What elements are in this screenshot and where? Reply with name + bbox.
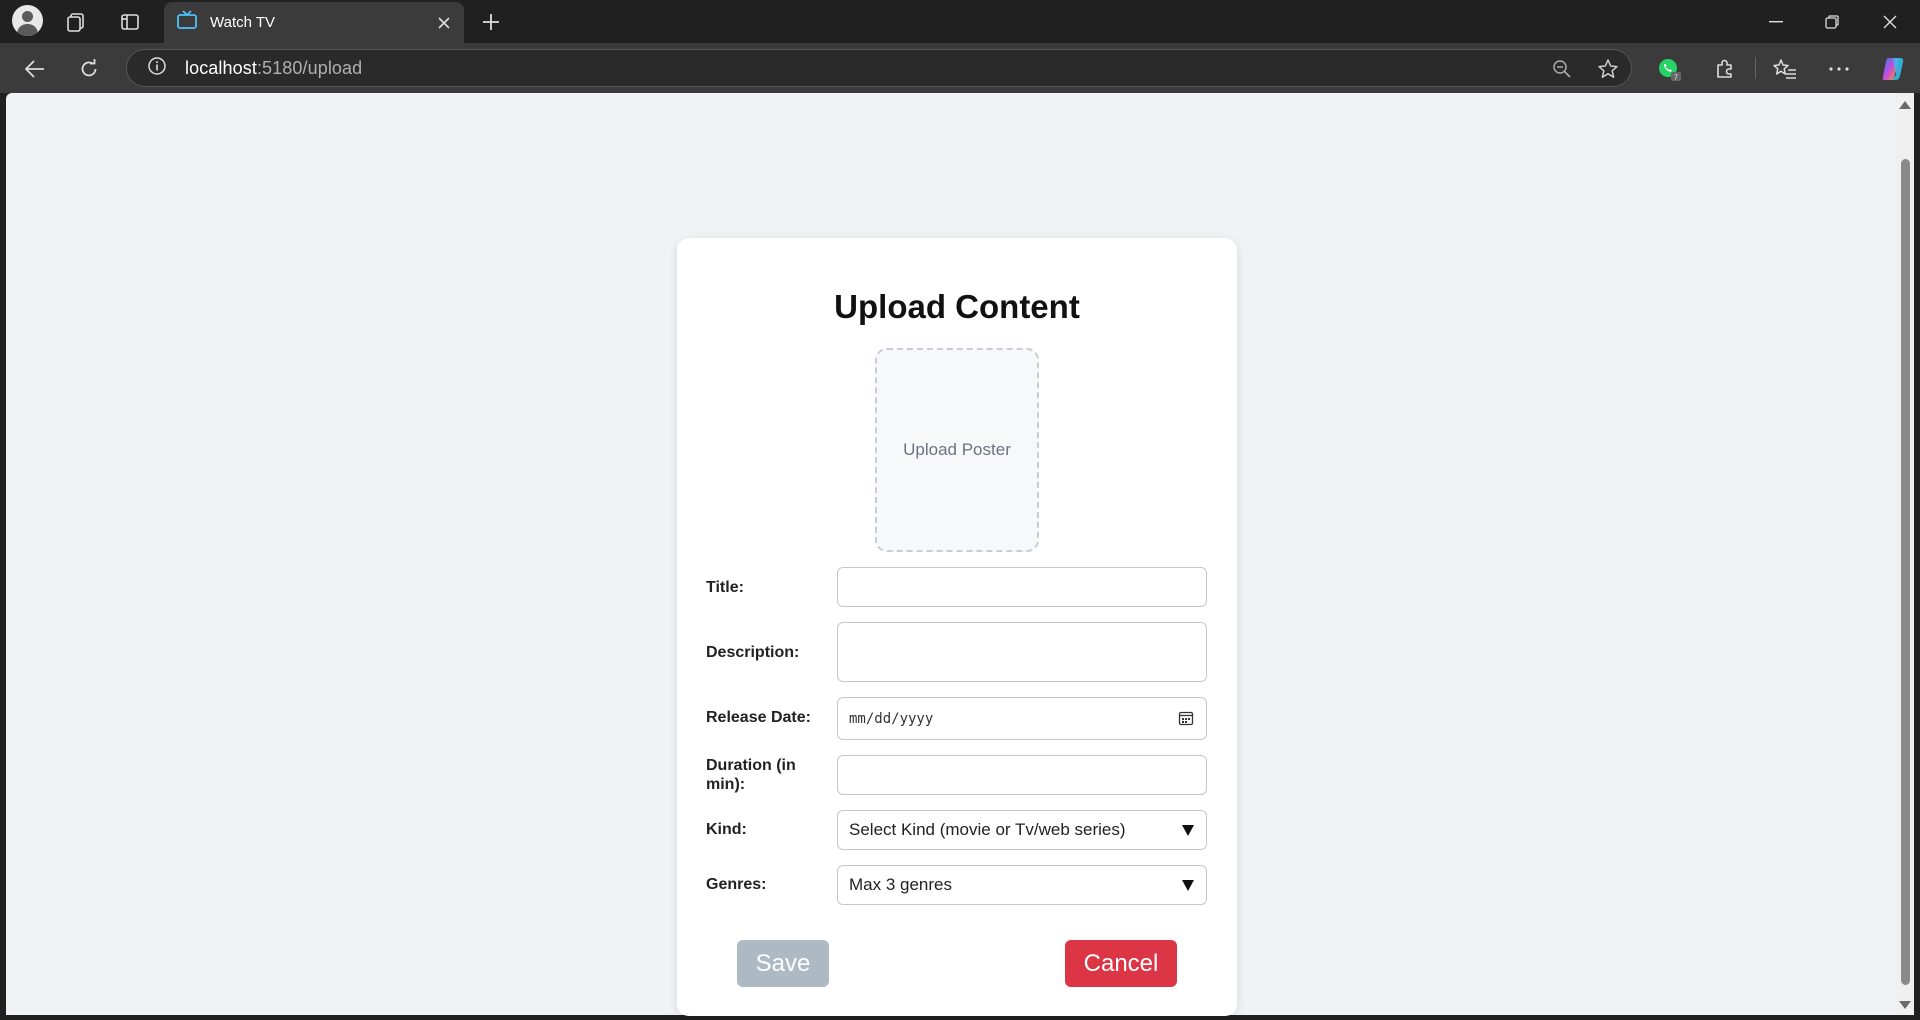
- back-icon[interactable]: [18, 52, 52, 86]
- title-label: Title:: [706, 579, 744, 596]
- page-title: Upload Content: [834, 288, 1080, 325]
- release-date-input[interactable]: mm/dd/yyyy: [837, 697, 1207, 740]
- page-viewport: Upload Content Upload Poster Title: Desc…: [6, 93, 1896, 1016]
- tab-watch-tv[interactable]: Watch TV: [164, 2, 464, 43]
- scroll-thumb[interactable]: [1901, 159, 1910, 985]
- upload-form-card: Upload Content Upload Poster Title: Desc…: [677, 238, 1237, 1016]
- tab-title: Watch TV: [210, 14, 276, 31]
- profile-avatar-icon[interactable]: [12, 5, 43, 36]
- duration-label: Duration (in min):: [706, 757, 796, 793]
- zoom-out-icon[interactable]: [1547, 54, 1577, 84]
- duration-input[interactable]: [837, 755, 1207, 795]
- kind-label: Kind:: [706, 821, 747, 838]
- dropdown-arrow-icon: [1182, 880, 1194, 891]
- close-tab-icon[interactable]: [430, 9, 458, 37]
- url-host: localhost: [185, 57, 257, 78]
- site-info-icon[interactable]: [147, 56, 167, 81]
- description-label: Description:: [706, 644, 800, 661]
- cancel-button[interactable]: Cancel: [1065, 940, 1177, 987]
- favorites-list-icon[interactable]: [1768, 52, 1802, 86]
- kind-selected-value: Select Kind (movie or Tv/web series): [849, 820, 1126, 839]
- url-text[interactable]: localhost:5180/upload: [185, 58, 362, 79]
- scroll-down-arrow-icon[interactable]: [1899, 1001, 1911, 1009]
- genres-label: Genres:: [706, 876, 767, 893]
- release-date-placeholder: mm/dd/yyyy: [849, 710, 934, 727]
- title-input[interactable]: [837, 567, 1207, 607]
- toolbar-divider: [1755, 57, 1756, 79]
- scroll-up-arrow-icon[interactable]: [1899, 101, 1911, 109]
- svg-text:7: 7: [1674, 75, 1678, 82]
- reload-icon[interactable]: [72, 52, 106, 86]
- genres-select[interactable]: Max 3 genres: [837, 865, 1207, 905]
- address-bar[interactable]: localhost:5180/upload: [126, 49, 1632, 87]
- more-menu-icon[interactable]: [1822, 52, 1856, 86]
- new-tab-icon[interactable]: [475, 6, 507, 38]
- workspaces-icon[interactable]: [60, 6, 92, 38]
- dropdown-arrow-icon: [1182, 825, 1194, 836]
- browser-toolbar: localhost:5180/upload 7: [0, 43, 1920, 93]
- copilot-icon[interactable]: [1876, 52, 1910, 86]
- close-window-icon[interactable]: [1862, 0, 1918, 43]
- calendar-icon[interactable]: [1178, 710, 1194, 730]
- restore-icon[interactable]: [1804, 0, 1860, 43]
- minimize-icon[interactable]: [1748, 0, 1804, 43]
- genres-selected-value: Max 3 genres: [849, 875, 952, 894]
- extensions-puzzle-icon[interactable]: [1708, 52, 1742, 86]
- upload-poster-dropzone[interactable]: Upload Poster: [875, 348, 1039, 552]
- whatsapp-extension-icon[interactable]: 7: [1652, 52, 1686, 86]
- release-date-label: Release Date:: [706, 709, 811, 726]
- vertical-scrollbar[interactable]: [1896, 93, 1914, 1015]
- tab-bar: Watch TV: [0, 0, 1920, 43]
- kind-select[interactable]: Select Kind (movie or Tv/web series): [837, 810, 1207, 850]
- url-path: :5180/upload: [256, 57, 363, 78]
- vertical-tabs-icon[interactable]: [114, 6, 146, 38]
- upload-poster-label: Upload Poster: [903, 440, 1011, 459]
- description-textarea[interactable]: [837, 622, 1207, 682]
- tv-icon: [176, 10, 198, 35]
- save-button[interactable]: Save: [737, 940, 829, 987]
- favorite-star-icon[interactable]: [1593, 54, 1623, 84]
